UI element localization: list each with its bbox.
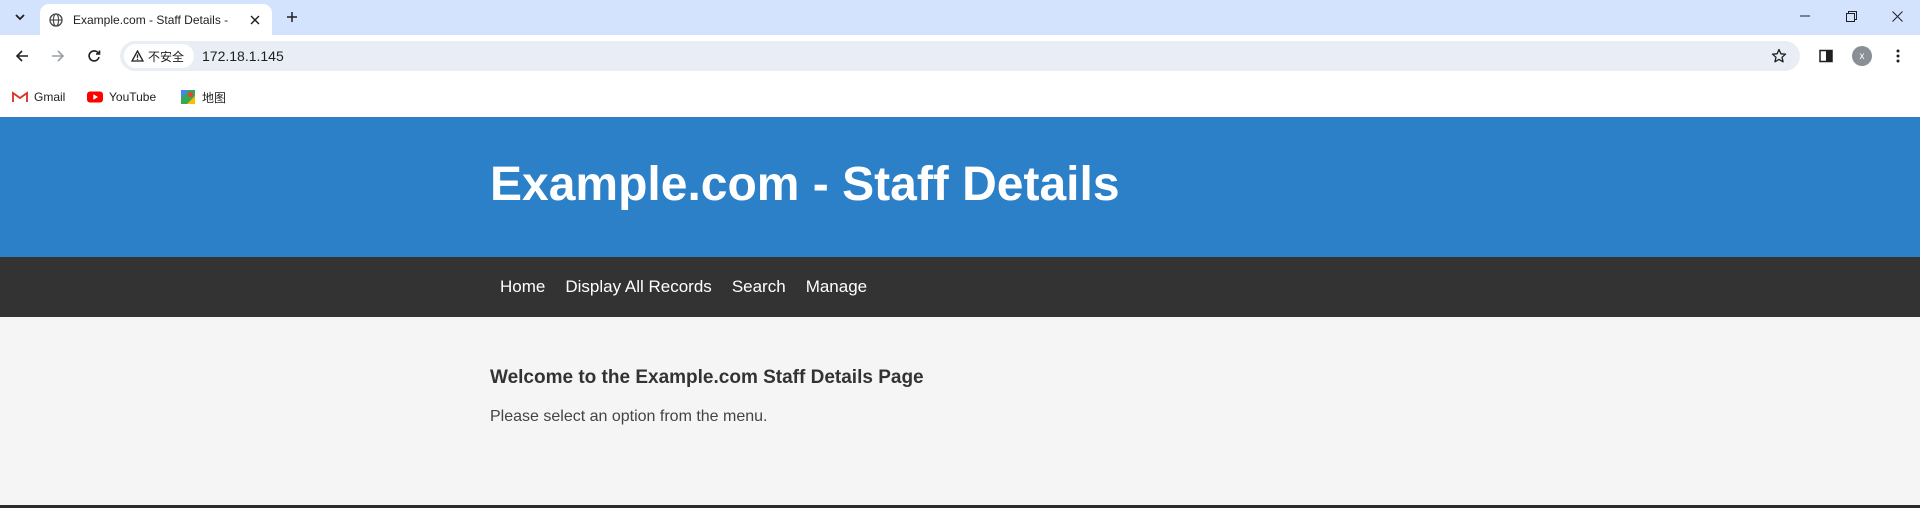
close-icon xyxy=(1891,10,1903,22)
site-nav: Home Display All Records Search Manage xyxy=(0,257,1920,317)
instructions-text: Please select an option from the menu. xyxy=(490,408,768,425)
side-panel-button[interactable] xyxy=(1812,42,1840,70)
browser-tab-active[interactable]: Example.com - Staff Details - xyxy=(40,4,272,35)
kebab-menu-icon xyxy=(1896,49,1900,63)
tab-title: Example.com - Staff Details - xyxy=(73,12,229,27)
bookmark-star-button[interactable] xyxy=(1768,45,1790,67)
main-content: Welcome to the Example.com Staff Details… xyxy=(0,317,1920,505)
bookmarks-bar: Gmail YouTube 地图 xyxy=(0,77,1920,117)
window-close-button[interactable] xyxy=(1874,0,1920,32)
reload-icon xyxy=(88,50,101,62)
site-header: Example.com - Staff Details xyxy=(0,117,1920,257)
bookmark-maps[interactable]: 地图 xyxy=(180,85,226,109)
nav-link-display-all-records[interactable]: Display All Records xyxy=(555,277,721,297)
nav-link-home[interactable]: Home xyxy=(490,277,555,297)
security-label: 不安全 xyxy=(148,49,185,64)
bookmark-gmail[interactable]: Gmail xyxy=(12,85,65,109)
globe-icon xyxy=(48,12,64,28)
nav-list: Home Display All Records Search Manage xyxy=(490,257,877,317)
bookmark-label: YouTube xyxy=(109,90,157,104)
avatar: x xyxy=(1852,46,1872,66)
url-text[interactable]: 172.18.1.145 xyxy=(202,48,284,64)
nav-link-manage[interactable]: Manage xyxy=(796,277,877,297)
close-icon[interactable] xyxy=(246,11,264,29)
address-bar[interactable]: 不安全 172.18.1.145 xyxy=(120,41,1800,71)
youtube-icon xyxy=(87,89,103,105)
arrow-right-icon xyxy=(52,50,65,62)
browser-toolbar: 不安全 172.18.1.145 x xyxy=(0,35,1920,77)
restore-icon xyxy=(1845,10,1857,22)
reload-button[interactable] xyxy=(80,42,108,70)
profile-button[interactable]: x xyxy=(1848,42,1876,70)
nav-link-search[interactable]: Search xyxy=(722,277,796,297)
new-tab-button[interactable] xyxy=(280,5,304,29)
welcome-heading: Welcome to the Example.com Staff Details… xyxy=(490,367,924,388)
bookmark-label: 地图 xyxy=(202,90,227,105)
arrow-left-icon xyxy=(15,50,28,62)
warning-icon xyxy=(131,50,144,62)
restore-button[interactable] xyxy=(1828,0,1874,32)
security-chip[interactable]: 不安全 xyxy=(124,44,194,68)
bookmark-label: Gmail xyxy=(34,90,66,104)
gmail-icon xyxy=(12,89,28,105)
side-panel-icon xyxy=(1819,49,1833,63)
tab-strip: Example.com - Staff Details - xyxy=(0,0,1920,35)
tab-search-button[interactable] xyxy=(8,6,32,28)
minimize-icon xyxy=(1800,15,1810,17)
plus-icon xyxy=(287,12,297,22)
bookmark-youtube[interactable]: YouTube xyxy=(87,85,156,109)
menu-button[interactable] xyxy=(1884,42,1912,70)
page-title: Example.com - Staff Details xyxy=(490,158,1120,211)
star-icon xyxy=(1771,48,1787,63)
forward-button[interactable] xyxy=(44,42,72,70)
chevron-down-icon xyxy=(15,14,25,21)
back-button[interactable] xyxy=(8,42,36,70)
minimize-button[interactable] xyxy=(1782,0,1828,32)
maps-icon xyxy=(180,89,196,105)
